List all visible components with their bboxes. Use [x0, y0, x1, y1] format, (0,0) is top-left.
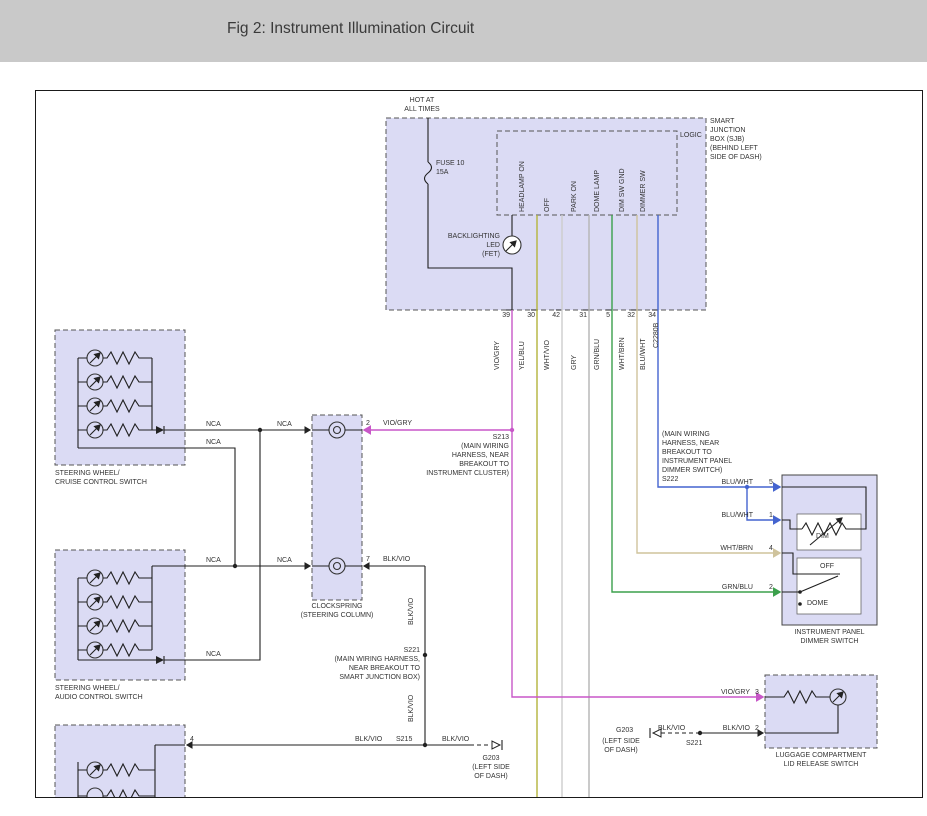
dome-contact-dot: [798, 602, 802, 606]
wire-label-vio-gry: VIO/GRY: [493, 341, 502, 370]
luggage-pin-2: 2: [755, 724, 759, 733]
splice-s222-label: (MAIN WIRING HARNESS, NEAR BREAKOUT TO I…: [662, 430, 732, 484]
dimmer-wire-label: BLU/WHT: [703, 511, 753, 520]
clockspring-outline: [312, 415, 362, 600]
blk-vio-vertical-label: BLK/VIO: [407, 598, 416, 625]
nca-label: NCA: [206, 438, 221, 447]
dimmer-wire-label: GRN/BLU: [703, 583, 753, 592]
clockspring-pin-2: 2: [366, 419, 370, 428]
logic-pin-park-on: PARK ON: [570, 181, 579, 212]
logic-pin-headlamp-on: HEADLAMP ON: [518, 161, 527, 212]
g203-right-location-label: (LEFT SIDE OF DASH): [592, 737, 650, 755]
logic-pin-off: OFF: [543, 198, 552, 212]
clockspring-wire-2-label: VIO/GRY: [383, 419, 412, 428]
dome-label: DOME: [807, 599, 828, 608]
cruise-switch-label: STEERING WHEEL/ CRUISE CONTROL SWITCH: [55, 469, 147, 487]
luggage-release-switch: [765, 675, 877, 748]
splice-s215-label: S215: [396, 735, 412, 744]
luggage-switch-label: LUGGAGE COMPARTMENT LID RELEASE SWITCH: [764, 751, 878, 769]
wire-label-wht-vio: WHT/VIO: [543, 340, 552, 370]
sjb-pin-39: 39: [498, 311, 510, 320]
lower-left-pin-4: 4: [190, 735, 194, 744]
clockspring-label: CLOCKSPRING (STEERING COLUMN): [300, 602, 374, 620]
dimmer-pin-2: 2: [769, 583, 773, 592]
dimmer-switch: [782, 475, 877, 625]
blk-vio-label: BLK/VIO: [355, 735, 382, 744]
blk-vio-vertical-label: BLK/VIO: [407, 695, 416, 722]
clockspring: [312, 415, 362, 600]
nca-label: NCA: [277, 556, 292, 565]
g203-center-label: G203 (LEFT SIDE OF DASH): [461, 754, 521, 781]
audio-control-switch: [55, 550, 185, 680]
sjb-pin-34: 34: [644, 311, 656, 320]
luggage-switch-outline: [765, 675, 877, 748]
nca-label: NCA: [277, 420, 292, 429]
g203-right-name-label: G203: [616, 726, 633, 735]
splice-s213-dot: [510, 428, 514, 432]
cruise-control-switch: [55, 330, 185, 465]
nca-label: NCA: [206, 650, 221, 659]
logic-pin-dimmer-sw: DIMMER SW: [639, 170, 648, 212]
wire-label-grn-blu: GRN/BLU: [593, 339, 602, 370]
splice-s221-dot: [423, 653, 427, 657]
audio-switch-label: STEERING WHEEL/ AUDIO CONTROL SWITCH: [55, 684, 143, 702]
luggage-wire-label: BLK/VIO: [700, 724, 750, 733]
blk-vio-label: BLK/VIO: [442, 735, 469, 744]
logic-pin-dome-lamp: DOME LAMP: [593, 170, 602, 212]
dim-rheostat-box: [797, 514, 861, 550]
off-label: OFF: [820, 562, 834, 571]
dimmer-pin-1: 1: [769, 511, 773, 520]
blk-vio-label: BLK/VIO: [658, 724, 685, 733]
sjb-connector-label: C2280B: [652, 323, 661, 348]
splice-s213-label: S213 (MAIN WIRING HARNESS, NEAR BREAKOUT…: [414, 433, 509, 478]
dimmer-switch-label: INSTRUMENT PANEL DIMMER SWITCH: [783, 628, 876, 646]
dimmer-pin-5: 5: [769, 478, 773, 487]
wiring-diagram-page: Fig 2: Instrument Illumination Circuit: [0, 0, 927, 816]
cruise-switch-outline: [55, 330, 185, 465]
clockspring-wire-7-label: BLK/VIO: [383, 555, 410, 564]
junction-dot-2: [233, 564, 237, 568]
dimmer-pin-4: 4: [769, 544, 773, 553]
hot-at-all-times-label: HOT AT ALL TIMES: [392, 96, 452, 114]
luggage-pin-3: 3: [755, 688, 759, 697]
sjb-pin-5: 5: [598, 311, 610, 320]
sjb-pin-30: 30: [523, 311, 535, 320]
luggage-wire-label: VIO/GRY: [700, 688, 750, 697]
logic-label: LOGIC: [680, 131, 702, 140]
sjb-name-label: SMART JUNCTION BOX (SJB) (BEHIND LEFT SI…: [710, 117, 762, 162]
diagram-canvas: HOT AT ALL TIMES FUSE 10 15A BACKLIGHTIN…: [0, 0, 927, 816]
sjb-pin-31: 31: [575, 311, 587, 320]
wire-label-blu-wht: BLU/WHT: [639, 339, 648, 371]
logic-pin-dim-sw-gnd: DIM SW GND: [618, 168, 627, 212]
wire-label-gry: GRY: [570, 355, 579, 370]
splice-s221-label: S221 (MAIN WIRING HARNESS, NEAR BREAKOUT…: [316, 646, 420, 682]
wire-label-wht-brn: WHT/BRN: [618, 337, 627, 370]
backlighting-led-label: BACKLIGHTING LED (FET): [436, 232, 500, 259]
dim-label: DIM: [816, 532, 829, 541]
dimmer-wire-label: BLU/WHT: [703, 478, 753, 487]
dimmer-wire-label: WHT/BRN: [703, 544, 753, 553]
sjb-pin-32: 32: [623, 311, 635, 320]
fuse-label: FUSE 10 15A: [436, 159, 464, 177]
splice-s221-short-label: S221: [686, 739, 702, 748]
splice-s215-dot: [423, 743, 427, 747]
nca-label: NCA: [206, 420, 221, 429]
wire-label-yel-blu: YEL/BLU: [518, 341, 527, 370]
nca-label: NCA: [206, 556, 221, 565]
clockspring-pin-7: 7: [366, 555, 370, 564]
sjb-pin-42: 42: [548, 311, 560, 320]
junction-dot-1: [258, 428, 262, 432]
